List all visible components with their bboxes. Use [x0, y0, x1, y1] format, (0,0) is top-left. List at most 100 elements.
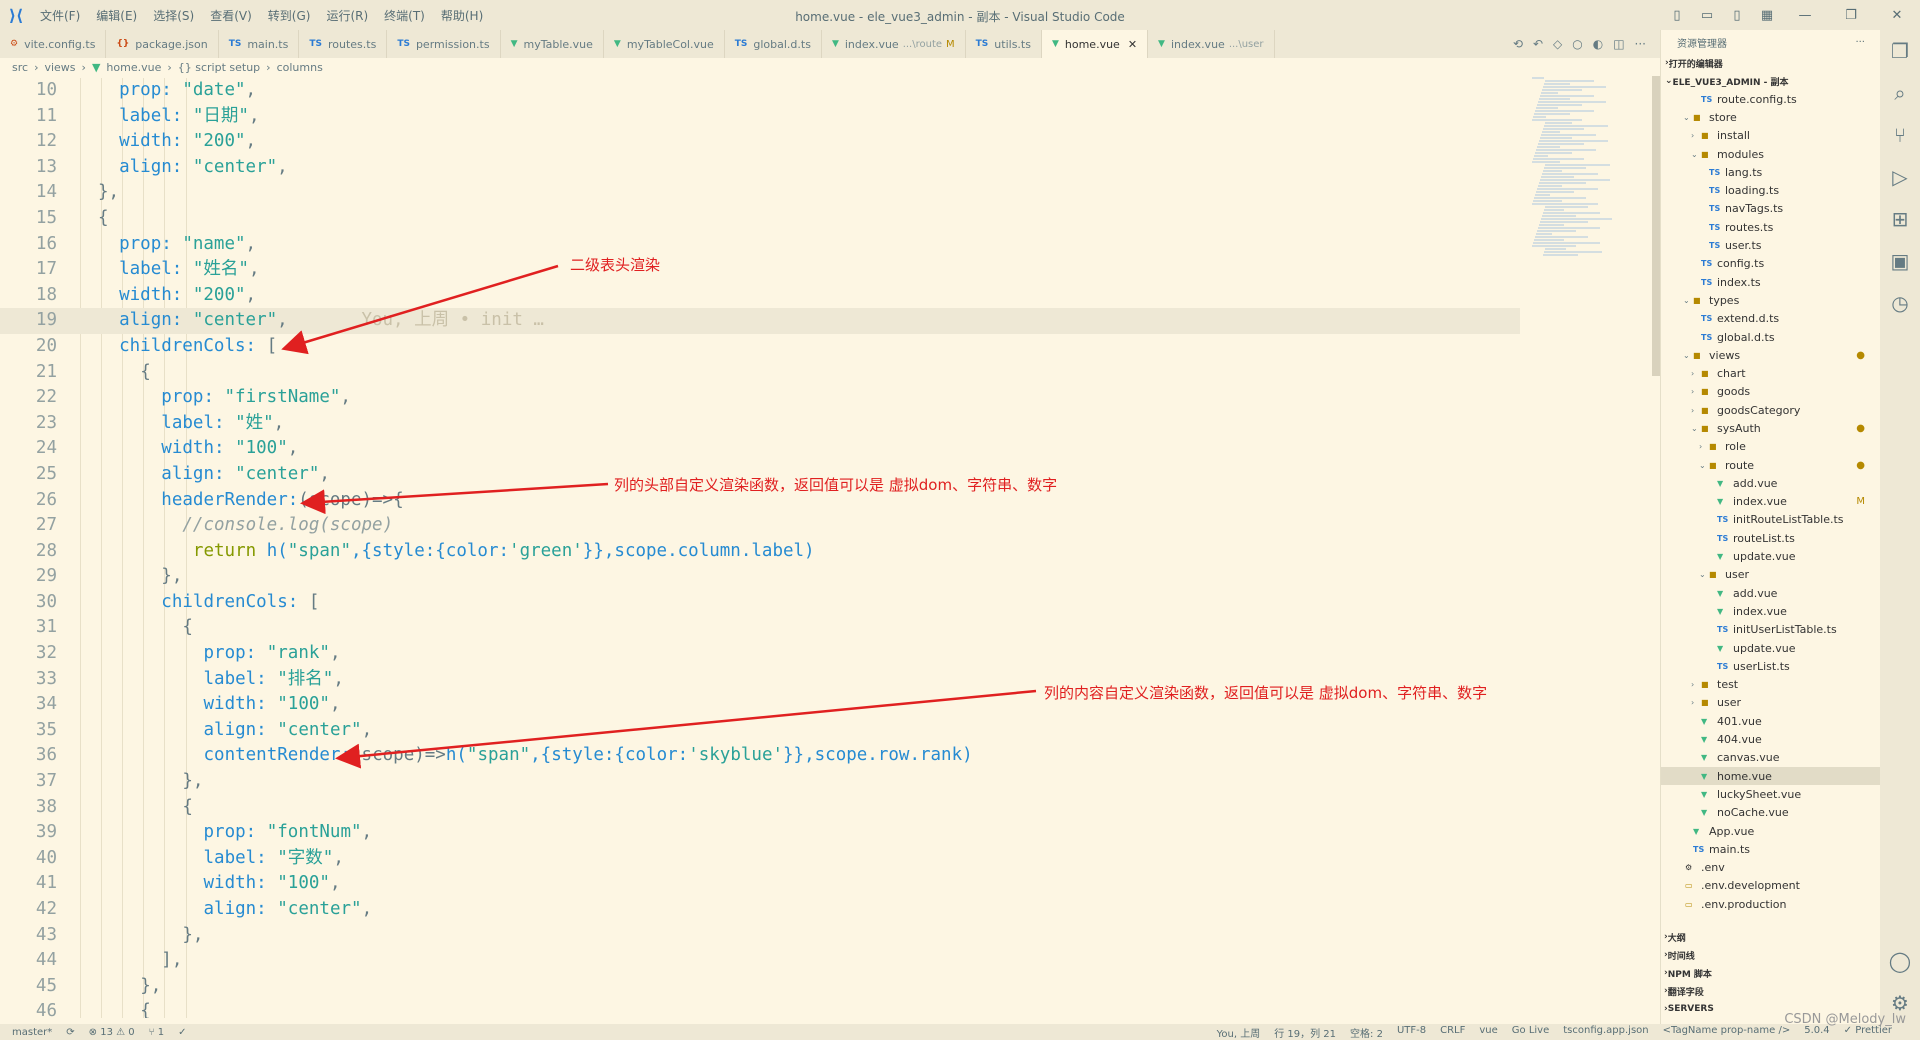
sidebar-section[interactable]: › NPM 脚本	[1660, 964, 1880, 982]
file-item[interactable]: TS initRouteListTable.ts	[1661, 511, 1881, 529]
typescript-file-icon: TS	[1701, 277, 1713, 287]
language-mode[interactable]: vue	[1479, 1025, 1497, 1040]
tree-item-label: .env	[1701, 861, 1725, 875]
sidebar-section[interactable]: › 翻译字段	[1660, 982, 1880, 1000]
folder-item[interactable]: › ■ user	[1661, 694, 1881, 712]
file-item[interactable]: ▼ noCache.vue	[1661, 804, 1881, 822]
git-branch[interactable]: master*	[12, 1027, 52, 1038]
file-item[interactable]: TS userList.ts	[1661, 657, 1881, 675]
file-item[interactable]: TS routeList.ts	[1661, 529, 1881, 547]
folder-item[interactable]: › ■ role	[1661, 438, 1881, 456]
tree-item-label: luckySheet.vue	[1717, 787, 1802, 801]
toggle-panel-icon[interactable]: ▭	[1692, 0, 1722, 30]
file-item[interactable]: ▼ add.vue	[1661, 474, 1881, 492]
check-icon[interactable]: ✓	[178, 1027, 186, 1038]
open-editors-section[interactable]: › 打开的编辑器	[1661, 54, 1881, 72]
tree-item-label: user.ts	[1725, 239, 1762, 253]
timeline-history-icon[interactable]: ◷	[1891, 282, 1908, 324]
file-item[interactable]: TS navTags.ts	[1661, 200, 1881, 218]
maximize-button[interactable]: ❐	[1828, 0, 1874, 30]
file-item[interactable]: TS main.ts	[1661, 840, 1881, 858]
line-ending[interactable]: CRLF	[1440, 1025, 1465, 1040]
tsconfig-indicator[interactable]: tsconfig.app.json	[1563, 1025, 1648, 1040]
file-item[interactable]: TS index.ts	[1661, 273, 1881, 291]
remote-explorer-icon[interactable]: ▣	[1891, 240, 1910, 282]
file-item[interactable]: TS extend.d.ts	[1661, 310, 1881, 328]
extensions-icon[interactable]: ⊞	[1892, 198, 1909, 240]
search-icon[interactable]: ⌕	[1894, 72, 1905, 114]
file-item[interactable]: TS global.d.ts	[1661, 328, 1881, 346]
tree-item-label: test	[1717, 678, 1739, 692]
sidebar-section[interactable]: › 大纲	[1660, 928, 1880, 946]
file-item[interactable]: TS user.ts	[1661, 236, 1881, 254]
tree-item-label: noCache.vue	[1717, 806, 1789, 820]
tree-item-label: lang.ts	[1725, 165, 1763, 179]
toggle-sidebar-icon[interactable]: ▯	[1662, 0, 1692, 30]
file-item[interactable]: TS loading.ts	[1661, 181, 1881, 199]
sidebar-section[interactable]: › 时间线	[1660, 946, 1880, 964]
file-item[interactable]: ▼ luckySheet.vue	[1661, 785, 1881, 803]
git-blame[interactable]: You, 上周	[1217, 1025, 1261, 1040]
go-live-button[interactable]: Go Live	[1512, 1025, 1549, 1040]
vue-file-icon: ▼	[1717, 478, 1724, 488]
file-item[interactable]: TS routes.ts	[1661, 218, 1881, 236]
file-item[interactable]: ▭ .env.production	[1661, 895, 1881, 913]
annotation-label-2: 列的头部自定义渲染函数，返回值可以是 虚拟dom、字符串、数字	[614, 476, 1058, 494]
explorer-icon[interactable]: ❐	[1891, 30, 1909, 72]
folder-item[interactable]: ⌄ ■ sysAuth ●	[1661, 419, 1881, 437]
run-debug-icon[interactable]: ▷	[1892, 156, 1907, 198]
file-item[interactable]: ▼ home.vue	[1661, 766, 1881, 786]
minimize-button[interactable]: —	[1782, 0, 1828, 30]
folder-item[interactable]: › ■ goods	[1661, 383, 1881, 401]
source-control-icon[interactable]: ⑂	[1894, 114, 1906, 156]
file-item[interactable]: TS route.config.ts	[1661, 90, 1881, 108]
file-item[interactable]: ▼ update.vue	[1661, 639, 1881, 657]
folder-item[interactable]: ⌄ ■ route ●	[1661, 456, 1881, 474]
vue-file-icon: ▼	[1701, 716, 1708, 726]
folder-item[interactable]: › ■ install	[1661, 127, 1881, 145]
toggle-secondary-sidebar-icon[interactable]: ▯	[1722, 0, 1752, 30]
vue-file-icon: ▼	[1717, 552, 1724, 562]
env-file-icon: ▭	[1685, 899, 1693, 909]
folder-item[interactable]: › ■ test	[1661, 676, 1881, 694]
folder-item[interactable]: ⌄ ■ user	[1661, 566, 1881, 584]
file-item[interactable]: ▼ update.vue	[1661, 547, 1881, 565]
account-icon[interactable]: ◯	[1889, 940, 1911, 982]
folder-item[interactable]: › ■ chart	[1661, 364, 1881, 382]
sidebar-bottom-sections: › 大纲 › 时间线 › NPM 脚本 › 翻译字段 › SERVERS	[1660, 928, 1880, 1018]
sidebar-section-label: NPM 脚本	[1667, 969, 1712, 980]
project-section[interactable]: ⌄ ELE_VUE3_ADMIN - 副本	[1661, 72, 1881, 90]
chevron-right-icon: ›	[1691, 369, 1695, 379]
file-item[interactable]: ▼ add.vue	[1661, 584, 1881, 602]
folder-item[interactable]: › ■ goodsCategory	[1661, 401, 1881, 419]
file-item[interactable]: ▼ canvas.vue	[1661, 749, 1881, 767]
explorer-more-button[interactable]: ···	[1855, 37, 1865, 48]
file-item[interactable]: TS initUserListTable.ts	[1661, 621, 1881, 639]
chevron-down-icon: ⌄	[1683, 112, 1690, 122]
tree-item-label: index.ts	[1717, 275, 1761, 289]
indentation[interactable]: 空格: 2	[1350, 1025, 1383, 1040]
file-item[interactable]: ▼ index.vue	[1661, 602, 1881, 620]
folder-item[interactable]: ⌄ ■ views ●	[1661, 346, 1881, 364]
problems-count[interactable]: ⊗ 13 ⚠ 0	[89, 1027, 135, 1038]
file-item[interactable]: ▼ App.vue	[1661, 822, 1881, 840]
ports-count[interactable]: ⑂ 1	[149, 1027, 165, 1038]
tag-name-indicator[interactable]: <TagName prop-name />	[1663, 1025, 1791, 1040]
file-item[interactable]: TS lang.ts	[1661, 163, 1881, 181]
folder-item[interactable]: ⌄ ■ types	[1661, 291, 1881, 309]
file-item[interactable]: ▼ index.vue M	[1661, 493, 1881, 511]
folder-item[interactable]: ⌄ ■ store	[1661, 108, 1881, 126]
folder-item[interactable]: ⌄ ■ modules	[1661, 145, 1881, 163]
file-item[interactable]: TS config.ts	[1661, 255, 1881, 273]
file-item[interactable]: ⚙ .env	[1661, 858, 1881, 876]
file-item[interactable]: ▼ 401.vue	[1661, 712, 1881, 730]
cursor-position[interactable]: 行 19，列 21	[1274, 1025, 1336, 1040]
folder-icon: ■	[1693, 112, 1701, 122]
tree-item-label: views	[1709, 348, 1741, 362]
sync-icon[interactable]: ⟳	[66, 1027, 74, 1038]
close-button[interactable]: ✕	[1874, 0, 1920, 30]
file-item[interactable]: ▭ .env.development	[1661, 877, 1881, 895]
encoding[interactable]: UTF-8	[1397, 1025, 1426, 1040]
file-item[interactable]: ▼ 404.vue	[1661, 730, 1881, 748]
customize-layout-icon[interactable]: ▦	[1752, 0, 1782, 30]
